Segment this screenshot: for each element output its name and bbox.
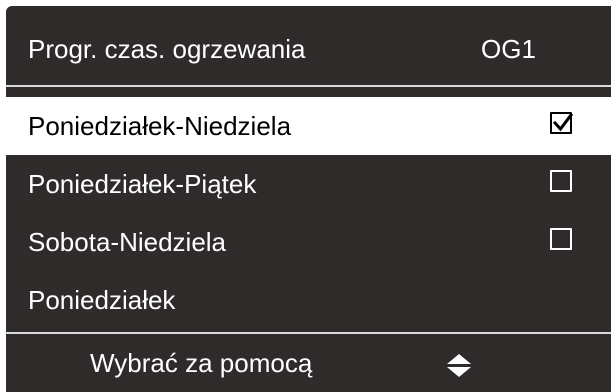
option-label: Poniedziałek (28, 285, 176, 315)
option-row-mon-fri[interactable]: Poniedziałek-Piątek (6, 155, 611, 213)
options-list: Poniedziałek-Niedziela Poniedziałek-Piąt… (6, 97, 611, 329)
option-label: Poniedziałek-Niedziela (28, 111, 292, 141)
device-screen: Progr. czas. ogrzewania OG1 Poniedziałek… (0, 0, 611, 392)
page-title: Progr. czas. ogrzewania (28, 34, 306, 64)
checkbox-unchecked-icon[interactable] (550, 228, 572, 250)
option-row-sat-sun[interactable]: Sobota-Niedziela (6, 213, 611, 271)
option-row-mon-sun[interactable]: Poniedziałek-Niedziela (6, 97, 611, 155)
checkbox-unchecked-icon[interactable] (550, 170, 572, 192)
option-row-monday[interactable]: Poniedziałek (6, 271, 611, 329)
up-down-arrows-icon (447, 354, 471, 377)
checkbox-checked-icon[interactable] (550, 112, 574, 134)
selection-hint: Wybrać za pomocą (90, 348, 313, 378)
menu-panel: Progr. czas. ogrzewania OG1 Poniedziałek… (6, 6, 611, 392)
checkmark-icon (552, 112, 574, 132)
footer-hint-bar: Wybrać za pomocą (6, 334, 611, 392)
option-label: Sobota-Niedziela (28, 227, 227, 257)
heating-circuit-label: OG1 (481, 34, 536, 64)
header-row: Progr. czas. ogrzewania OG1 (6, 6, 611, 86)
option-label: Poniedziałek-Piątek (28, 169, 257, 199)
header-divider (6, 85, 611, 87)
